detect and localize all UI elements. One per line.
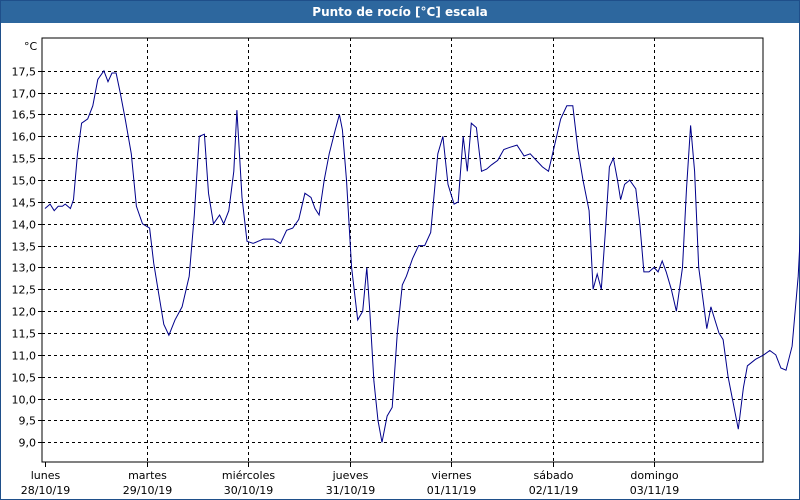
y-tick-label: 10,5 xyxy=(12,372,37,385)
y-tick-label: 12,0 xyxy=(12,306,37,319)
y-tick-label: 12,5 xyxy=(12,284,37,297)
y-tick-label: 13,5 xyxy=(12,241,37,254)
y-tick-label: 9,5 xyxy=(19,415,37,428)
series-line xyxy=(44,69,800,443)
y-tick-label: 11,5 xyxy=(12,328,37,341)
x-tick-label-day: domingo xyxy=(630,469,678,482)
x-tick-label-date: 30/10/19 xyxy=(224,484,273,497)
x-tick-label-date: 31/10/19 xyxy=(326,484,375,497)
y-tick-label: 15,0 xyxy=(12,175,37,188)
y-tick-label: 13,0 xyxy=(12,262,37,275)
x-tick-label-day: lunes xyxy=(31,469,61,482)
y-tick-label: 11,0 xyxy=(12,350,37,363)
x-tick-label-day: miércoles xyxy=(222,469,275,482)
y-tick-label: 16,5 xyxy=(12,109,37,122)
y-tick-label: 15,5 xyxy=(12,153,37,166)
x-tick-label-date: 01/11/19 xyxy=(427,484,476,497)
x-tick-label-day: viernes xyxy=(431,469,471,482)
y-tick-label: 9,0 xyxy=(19,437,37,450)
y-tick-label: 14,5 xyxy=(12,197,37,210)
dew-point-chart: 17,5 17,0 16,5 16,0 15,5 15,0 14,5 14,0 13,5 13,0… xyxy=(12,37,800,497)
y-axis-label: °C xyxy=(24,40,38,53)
x-tick-label-date: 02/11/19 xyxy=(529,484,578,497)
y-tick-label: 16,0 xyxy=(12,131,37,144)
x-tick-label-day: jueves xyxy=(332,469,369,482)
x-tick-label-day: martes xyxy=(128,469,167,482)
y-tick-label: 17,5 xyxy=(12,66,37,79)
x-tick-label-date: 28/10/19 xyxy=(21,484,70,497)
y-tick-label: 10,0 xyxy=(12,394,37,407)
y-tick-label: 17,0 xyxy=(12,88,37,101)
x-tick-label-day: sábado xyxy=(534,469,574,482)
y-tick-label: 14,0 xyxy=(12,219,37,232)
x-tick-label-date: 29/10/19 xyxy=(123,484,172,497)
x-tick-label-date: 03/11/19 xyxy=(630,484,679,497)
